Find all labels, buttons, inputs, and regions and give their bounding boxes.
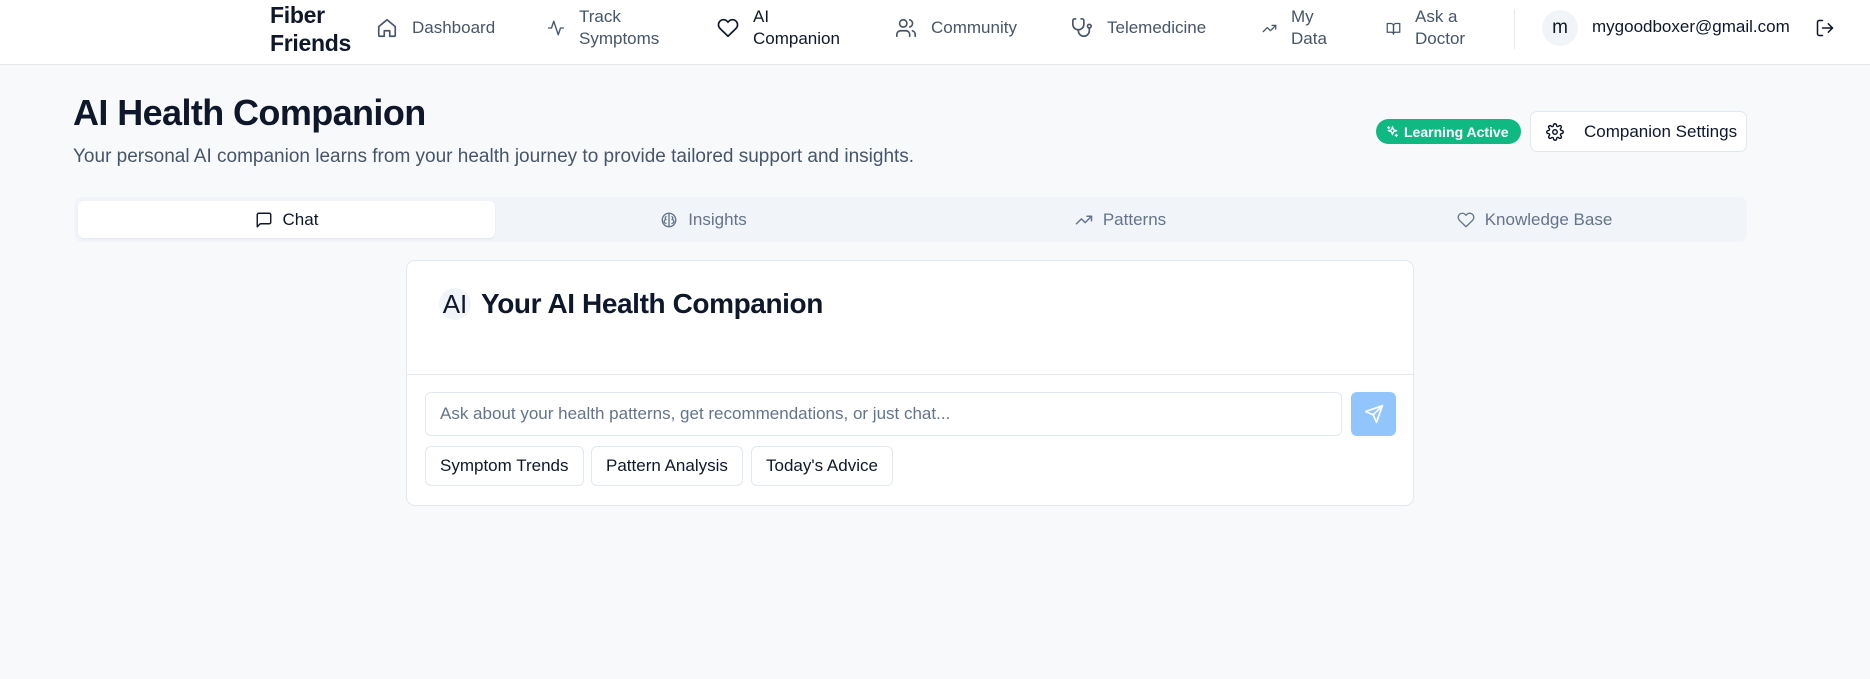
nav-label: Telemedicine — [1107, 18, 1207, 37]
chat-card-title: Your AI Health Companion — [481, 288, 823, 319]
book-open-icon — [1386, 22, 1401, 35]
top-navbar: Fiber Friends Dashboard Track Symptoms A… — [0, 0, 1870, 65]
learning-status-badge: Learning Active — [1376, 119, 1521, 144]
tab-label: Insights — [688, 209, 747, 229]
heart-icon — [1457, 212, 1475, 227]
tab-chat[interactable]: Chat — [78, 201, 495, 238]
logout-icon[interactable] — [1815, 18, 1835, 38]
card-divider — [407, 374, 1413, 375]
user-avatar[interactable]: m — [1542, 10, 1578, 46]
quick-action-pattern-analysis[interactable]: Pattern Analysis — [591, 446, 743, 486]
tab-patterns[interactable]: Patterns — [912, 201, 1329, 238]
settings-label: Companion Settings — [1584, 121, 1738, 141]
trending-up-icon — [1075, 215, 1093, 224]
nav-label: Track Symptoms — [579, 7, 660, 48]
send-button[interactable] — [1351, 392, 1396, 436]
nav-label: AI Companion — [753, 7, 840, 48]
nav-item-track-symptoms[interactable]: Track Symptoms — [547, 0, 669, 56]
nav-label: My Data — [1291, 7, 1327, 48]
nav-label: Community — [931, 18, 1017, 37]
activity-icon — [547, 20, 565, 36]
badge-label: Learning Active — [1404, 123, 1509, 140]
brand-line-1: Fiber — [270, 2, 325, 28]
tab-insights[interactable]: Insights — [495, 201, 912, 238]
trending-up-icon — [1262, 24, 1277, 32]
nav-item-my-data[interactable]: My Data — [1262, 0, 1341, 56]
quick-action-symptom-trends[interactable]: Symptom Trends — [425, 446, 584, 486]
user-email: mygoodboxer@gmail.com — [1592, 17, 1790, 36]
stethoscope-icon — [1072, 18, 1092, 37]
quick-action-todays-advice[interactable]: Today's Advice — [751, 446, 893, 486]
nav-label: Dashboard — [412, 18, 496, 37]
tab-label: Patterns — [1102, 209, 1167, 229]
message-square-icon — [256, 212, 271, 227]
send-icon — [1364, 404, 1383, 424]
page-subtitle: Your personal AI companion learns from y… — [73, 146, 915, 167]
users-icon — [896, 18, 916, 38]
nav-item-ask-a-doctor[interactable]: Ask a Doctor — [1386, 0, 1475, 56]
nav-item-dashboard[interactable]: Dashboard — [376, 0, 495, 56]
companion-settings-button[interactable]: Companion Settings — [1530, 111, 1747, 152]
brand-logo[interactable]: Fiber Friends — [270, 1, 351, 57]
page-title: AI Health Companion — [73, 92, 426, 133]
brain-icon — [661, 212, 677, 227]
nav-divider — [1514, 9, 1515, 49]
heart-icon — [717, 18, 739, 38]
chat-card-header: AI Your AI Health Companion — [439, 288, 823, 320]
brand-line-2: Friends — [270, 30, 351, 56]
nav-label: Ask a Doctor — [1415, 7, 1466, 48]
gear-icon — [1546, 122, 1564, 141]
nav-item-ai-companion[interactable]: AI Companion — [717, 0, 843, 56]
home-icon — [377, 18, 397, 38]
tab-knowledge-base[interactable]: Knowledge Base — [1326, 201, 1743, 238]
ai-avatar: AI — [439, 288, 471, 320]
sparkles-icon — [1387, 126, 1398, 137]
companion-tabs: Chat Insights Patterns Knowledge Base — [74, 197, 1747, 242]
chat-input[interactable] — [425, 392, 1342, 436]
tab-label: Knowledge Base — [1484, 209, 1613, 229]
nav-item-community[interactable]: Community — [895, 0, 1017, 56]
tab-label: Chat — [282, 209, 319, 229]
chat-card: AI Your AI Health Companion Symptom Tren… — [406, 260, 1414, 506]
nav-item-telemedicine[interactable]: Telemedicine — [1071, 0, 1206, 56]
